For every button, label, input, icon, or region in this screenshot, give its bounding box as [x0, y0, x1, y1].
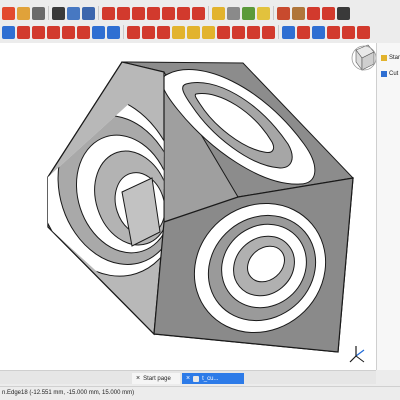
make-face-icon[interactable]: [202, 25, 215, 39]
tab-label: t_cu...: [202, 375, 219, 382]
open-file-icon[interactable]: [17, 6, 30, 20]
cube-icon[interactable]: [2, 25, 15, 39]
macro-icon[interactable]: [337, 6, 350, 20]
tube-icon[interactable]: [77, 25, 90, 39]
measure-icon[interactable]: [257, 6, 270, 20]
tree-item-cut[interactable]: Cut: [381, 69, 400, 79]
part-toolbar: [0, 23, 376, 41]
status-bar: n.Edge18 (-12.551 mm, -15.000 mm, 15.000…: [0, 386, 400, 400]
part-icon[interactable]: [212, 6, 225, 20]
cross-sections-icon[interactable]: [282, 25, 295, 39]
ruled-surface-icon[interactable]: [217, 25, 230, 39]
close-icon[interactable]: ×: [186, 374, 190, 383]
zoom-icon[interactable]: [67, 6, 80, 20]
toolbar-separator: [273, 6, 274, 20]
right-view-icon[interactable]: [147, 6, 160, 20]
axis-indicator: [349, 346, 365, 363]
cylinder-icon[interactable]: [17, 25, 30, 39]
loft-icon[interactable]: [232, 25, 245, 39]
box-select-icon[interactable]: [82, 6, 95, 20]
model-tree-panel: Start page Cut: [376, 43, 400, 370]
tab-start-page[interactable]: × Start page: [132, 373, 180, 384]
boolean-icon[interactable]: [342, 25, 355, 39]
toolbar-separator: [123, 25, 124, 39]
fillet-icon[interactable]: [172, 25, 185, 39]
left-view-icon[interactable]: [192, 6, 205, 20]
sweep-icon[interactable]: [247, 25, 260, 39]
chamfer-icon[interactable]: [187, 25, 200, 39]
cone-icon[interactable]: [47, 25, 60, 39]
rear-view-icon[interactable]: [162, 6, 175, 20]
workbench-selector-icon[interactable]: [52, 6, 65, 20]
shape-builder-icon[interactable]: [107, 25, 120, 39]
clone-icon[interactable]: [292, 6, 305, 20]
tab-document[interactable]: × t_cu...: [182, 373, 244, 384]
cut-icon[interactable]: [357, 25, 370, 39]
link-icon[interactable]: [242, 6, 255, 20]
primitives-icon[interactable]: [92, 25, 105, 39]
section-icon[interactable]: [262, 25, 275, 39]
top-view-icon[interactable]: [132, 6, 145, 20]
toolbar-separator: [278, 25, 279, 39]
tree-item-label: Cut: [389, 71, 399, 77]
new-document-icon[interactable]: [2, 6, 15, 20]
status-text: n.Edge18 (-12.551 mm, -15.000 mm, 15.000…: [2, 390, 135, 396]
projection-icon[interactable]: [327, 25, 340, 39]
revolve-icon[interactable]: [142, 25, 155, 39]
torus-icon[interactable]: [62, 25, 75, 39]
extrude-icon[interactable]: [127, 25, 140, 39]
toolbar-separator: [48, 6, 49, 20]
save-icon[interactable]: [32, 6, 45, 20]
toolbar-separator: [98, 6, 99, 20]
group-icon[interactable]: [227, 6, 240, 20]
sphere-icon[interactable]: [32, 25, 45, 39]
document-tab-bar: × Start page × t_cu...: [0, 370, 376, 384]
mirror-icon[interactable]: [307, 6, 320, 20]
cut-feature-icon: [381, 71, 387, 77]
tree-item-label: Start page: [389, 55, 400, 61]
mirror-part-icon[interactable]: [157, 25, 170, 39]
tab-label: Start page: [143, 375, 171, 382]
toolbar-separator: [208, 6, 209, 20]
navigation-cube[interactable]: [351, 44, 376, 71]
offset-icon[interactable]: [297, 25, 310, 39]
front-view-icon[interactable]: [117, 6, 130, 20]
main-toolbar: [0, 4, 376, 22]
document-icon: [381, 55, 387, 61]
axonometric-view-icon[interactable]: [102, 6, 115, 20]
close-icon[interactable]: ×: [136, 374, 140, 383]
thickness-icon[interactable]: [312, 25, 325, 39]
3d-model-canvas[interactable]: [0, 43, 376, 370]
document-icon: [193, 375, 200, 382]
pattern-icon[interactable]: [322, 6, 335, 20]
sketch-icon[interactable]: [277, 6, 290, 20]
tree-item-start-page[interactable]: Start page: [381, 53, 400, 63]
bottom-view-icon[interactable]: [177, 6, 190, 20]
3d-viewport[interactable]: [0, 43, 376, 370]
